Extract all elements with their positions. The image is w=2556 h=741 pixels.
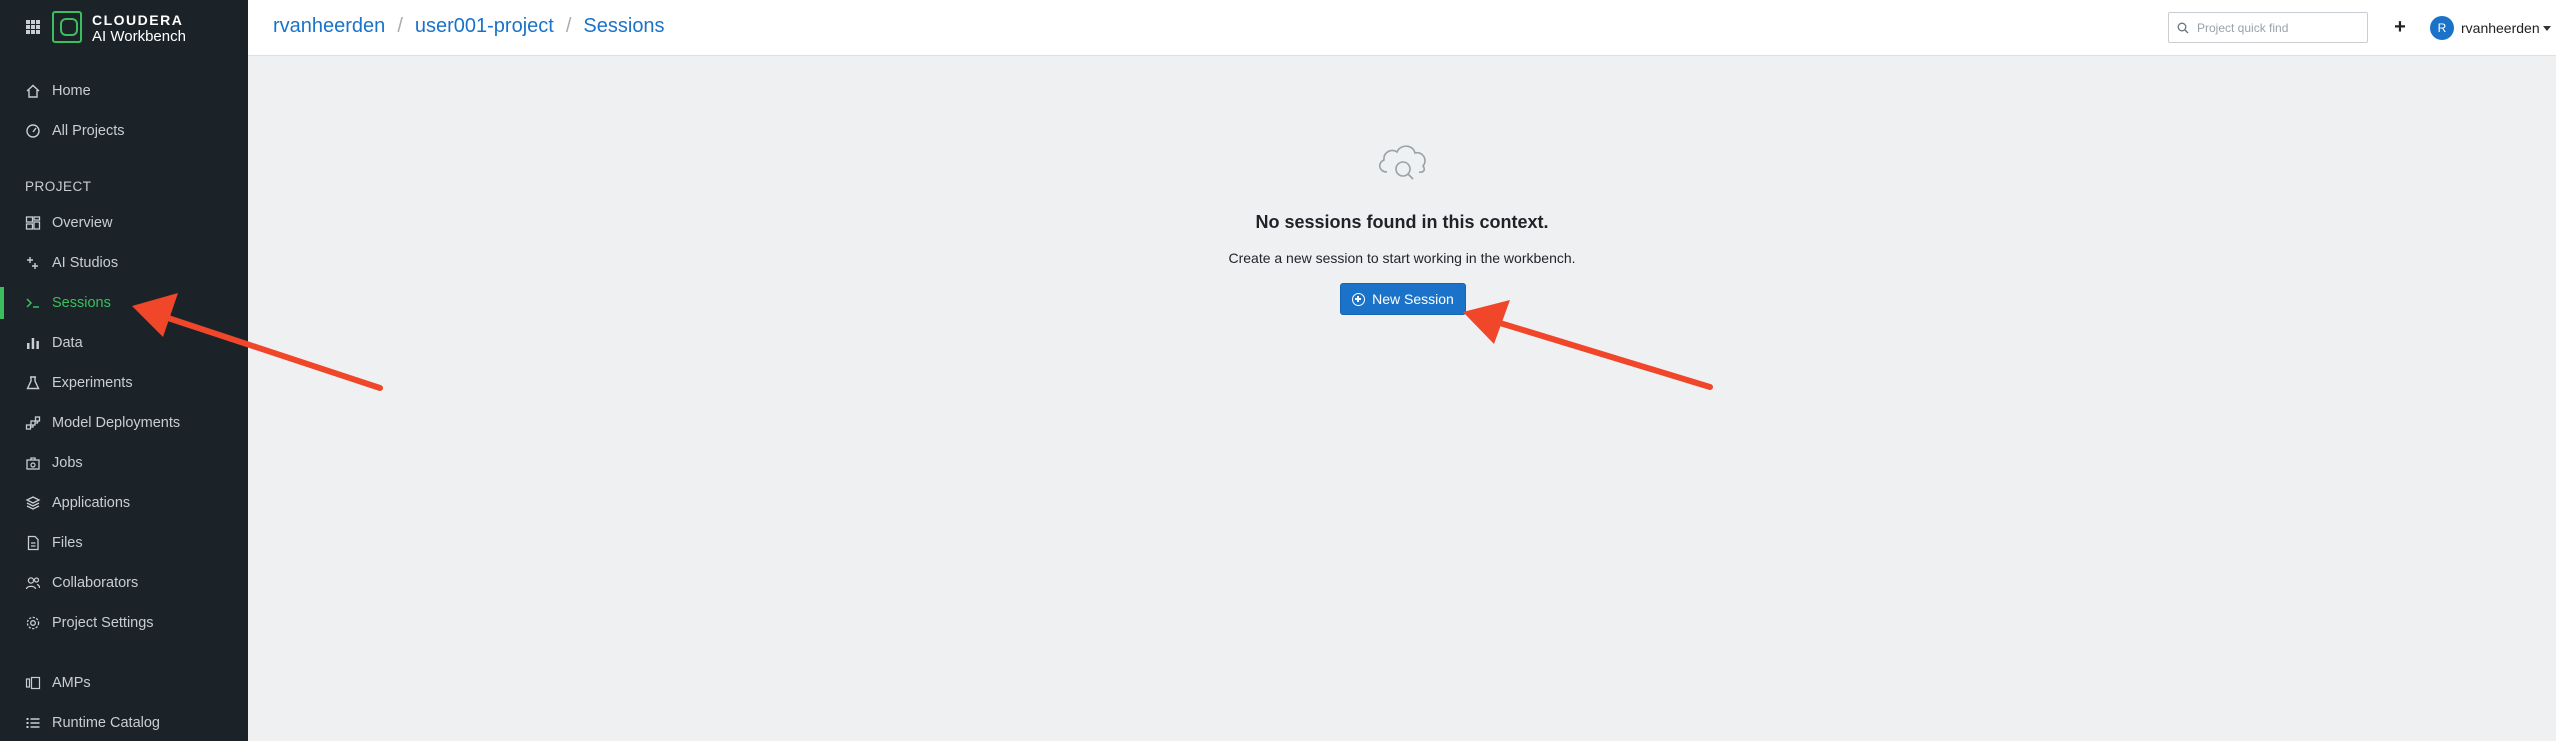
- sidebar-item-experiments[interactable]: Experiments: [0, 365, 248, 401]
- sidebar-item-home[interactable]: Home: [0, 73, 248, 109]
- brand: CLOUDERA AI Workbench: [0, 0, 248, 56]
- sidebar-item-label: All Projects: [52, 123, 125, 139]
- breadcrumb-current[interactable]: Sessions: [583, 15, 664, 38]
- cloudera-logo-icon[interactable]: [52, 11, 82, 43]
- empty-state-title: No sessions found in this context.: [1255, 212, 1549, 232]
- user-name: rvanheerden: [2461, 20, 2540, 36]
- sidebar-item-label: Jobs: [52, 455, 83, 471]
- sidebar-item-collaborators[interactable]: Collaborators: [0, 565, 248, 601]
- cloud-search-icon: [1373, 136, 1433, 186]
- sidebar-item-label: Overview: [52, 215, 113, 231]
- user-menu[interactable]: R rvanheerden: [2430, 16, 2551, 40]
- avatar: R: [2430, 16, 2454, 40]
- sidebar-item-runtime-catalog[interactable]: Runtime Catalog: [0, 705, 248, 741]
- sidebar-item-label: Files: [52, 535, 83, 551]
- empty-state: No sessions found in this context. Creat…: [248, 56, 2556, 741]
- empty-state-subtitle: Create a new session to start working in…: [1228, 250, 1576, 266]
- sidebar-item-label: Applications: [52, 495, 131, 511]
- new-session-button[interactable]: New Session: [1340, 283, 1466, 315]
- chevron-down-icon: [2542, 25, 2551, 31]
- sparkle-icon: [25, 255, 41, 271]
- sidebar-item-overview[interactable]: Overview: [0, 205, 248, 241]
- breadcrumb: rvanheerden / user001-project / Sessions: [273, 15, 665, 38]
- model-icon: [25, 415, 41, 431]
- sidebar-item-label: Runtime Catalog: [52, 715, 160, 731]
- sidebar-item-project-settings[interactable]: Project Settings: [0, 605, 248, 641]
- brand-name: CLOUDERA: [92, 12, 184, 28]
- layers-icon: [25, 495, 41, 511]
- sidebar-item-label: Model Deployments: [52, 415, 181, 431]
- apps-grid-icon[interactable]: [26, 20, 40, 34]
- plus-circle-icon: [1352, 292, 1366, 306]
- breadcrumb-user[interactable]: rvanheerden: [273, 15, 385, 38]
- project-quick-find[interactable]: [2168, 12, 2368, 43]
- gear-icon: [25, 615, 41, 631]
- sidebar-item-label: AI Studios: [52, 255, 119, 271]
- sidebar-item-model-deployments[interactable]: Model Deployments: [0, 405, 248, 441]
- add-button[interactable]: +: [2390, 17, 2410, 37]
- breadcrumb-separator: /: [397, 15, 403, 37]
- top-header: rvanheerden / user001-project / Sessions…: [248, 0, 2556, 56]
- gauge-icon: [25, 123, 41, 139]
- file-icon: [25, 535, 41, 551]
- sidebar-item-label: AMPs: [52, 675, 91, 691]
- sidebar-item-files[interactable]: Files: [0, 525, 248, 561]
- breadcrumb-separator: /: [565, 15, 572, 37]
- section-label-project: PROJECT: [25, 179, 92, 194]
- new-session-label: New Session: [1372, 291, 1454, 307]
- sidebar-item-sessions[interactable]: Sessions: [0, 285, 248, 321]
- jobs-icon: [25, 455, 41, 471]
- sidebar-item-all-projects[interactable]: All Projects: [0, 113, 248, 149]
- sidebar-item-amps[interactable]: AMPs: [0, 665, 248, 701]
- sidebar-item-label: Collaborators: [52, 575, 139, 591]
- terminal-icon: [25, 295, 41, 311]
- sidebar-item-label: Home: [52, 83, 91, 99]
- sidebar-item-label: Experiments: [52, 375, 133, 391]
- sidebar-item-label: Project Settings: [52, 615, 154, 631]
- sidebar-item-data[interactable]: Data: [0, 325, 248, 361]
- amps-icon: [25, 675, 41, 691]
- bar-chart-icon: [25, 335, 41, 351]
- sidebar: CLOUDERA AI Workbench Home All Projects …: [0, 0, 248, 741]
- search-icon: [2177, 21, 2189, 39]
- users-icon: [25, 575, 41, 591]
- sidebar-item-ai-studios[interactable]: AI Studios: [0, 245, 248, 281]
- sidebar-item-jobs[interactable]: Jobs: [0, 445, 248, 481]
- sidebar-item-label: Data: [52, 335, 83, 351]
- breadcrumb-project[interactable]: user001-project: [415, 15, 554, 38]
- product-name: AI Workbench: [92, 28, 186, 45]
- sidebar-item-applications[interactable]: Applications: [0, 485, 248, 521]
- flask-icon: [25, 375, 41, 391]
- list-icon: [25, 715, 41, 731]
- home-icon: [25, 83, 41, 99]
- sidebar-item-label: Sessions: [52, 295, 111, 311]
- search-input[interactable]: [2197, 19, 2362, 37]
- overview-icon: [25, 215, 41, 231]
